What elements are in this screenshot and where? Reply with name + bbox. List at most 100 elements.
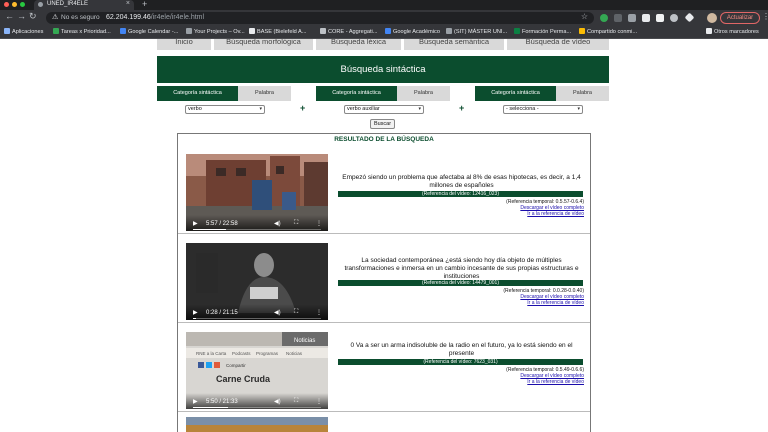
thumb-menu-item: Programas xyxy=(256,351,279,356)
extension-green-icon[interactable] xyxy=(600,14,608,22)
tab-categoria-sintactica[interactable]: Categoría sintáctica xyxy=(475,86,556,101)
extension-box-icon[interactable] xyxy=(614,14,622,22)
extensions-puzzle-icon[interactable] xyxy=(684,12,695,23)
tab-categoria-sintactica[interactable]: Categoría sintáctica xyxy=(316,86,397,101)
warning-icon: ⚠ xyxy=(52,14,59,21)
bookmark-item[interactable]: (SIT) MÁSTER UNI... xyxy=(446,28,507,35)
goto-reference-link[interactable]: Ir a la referencia de vídeo xyxy=(527,300,584,306)
video-reference: (Referencia del vídeo: 14479_001) xyxy=(338,280,583,286)
video-player[interactable]: Noticias RNE a la Carta Podcasts Program… xyxy=(186,332,328,409)
bookmarks-bar: Aplicaciones Tareas x Prioridad... Google … xyxy=(0,26,768,39)
url-path: /ir4ele/ir4ele.html xyxy=(150,13,205,21)
result-row: Noticias RNE a la Carta Podcasts Program… xyxy=(178,324,590,412)
video-progress-bar[interactable] xyxy=(193,318,321,319)
close-tab-icon[interactable]: × xyxy=(126,0,130,7)
bookmark-item[interactable]: Aplicaciones xyxy=(4,28,43,35)
more-options-icon[interactable]: ⋮ xyxy=(316,220,322,227)
bookmark-item[interactable]: CORE - Aggregati... xyxy=(320,28,377,35)
tab-palabra[interactable]: Palabra xyxy=(556,86,609,101)
video-player[interactable]: ▶ 5:57 / 22:58 ◀) ⛶ ⋮ xyxy=(186,154,328,231)
core-icon xyxy=(320,28,326,34)
nav-tab-video[interactable]: Búsqueda de vídeo xyxy=(507,39,609,50)
fullscreen-icon[interactable]: ⛶ xyxy=(294,309,298,316)
chevron-down-icon: ▾ xyxy=(577,106,580,112)
thumb-menu-item: RNE a la Carta xyxy=(196,351,227,356)
window-minimize-dot[interactable] xyxy=(12,2,17,7)
video-progress-bar[interactable] xyxy=(193,407,321,408)
play-icon[interactable]: ▶ xyxy=(193,309,198,316)
results-title: RESULTADO DE LA BÚSQUEDA xyxy=(334,136,434,143)
volume-icon[interactable]: ◀) xyxy=(274,398,281,405)
video-player[interactable]: ▶ 0:28 / 21:15 ◀) ⛶ ⋮ xyxy=(186,243,328,320)
green-plus-icon xyxy=(53,28,59,34)
bookmark-item[interactable]: Formación Perma... xyxy=(514,28,571,35)
video-progress-fill xyxy=(193,229,227,230)
page-title: Búsqueda sintáctica xyxy=(157,56,609,83)
bookmark-item[interactable]: Otros marcadores xyxy=(706,28,759,35)
extension-image-icon[interactable] xyxy=(656,14,664,22)
play-icon[interactable]: ▶ xyxy=(193,398,198,405)
bookmark-label: (SIT) MÁSTER UNI... xyxy=(454,29,508,35)
globe-icon xyxy=(38,2,43,7)
row-divider xyxy=(178,233,590,234)
kebab-menu-icon[interactable]: ⋮ xyxy=(762,12,768,21)
category-select-2[interactable]: verbo auxiliar ▾ xyxy=(344,105,424,114)
extension-white-icon[interactable] xyxy=(642,14,650,22)
bookmark-item[interactable]: Your Projects – Ov... xyxy=(186,28,245,35)
category-select-3[interactable]: - selecciona - ▾ xyxy=(503,105,583,114)
nav-tab-semantica[interactable]: Búsqueda semántica xyxy=(404,39,504,50)
plus-operator: + xyxy=(300,103,306,113)
bookmark-label: Formación Perma... xyxy=(522,29,572,35)
nav-tab-lexica[interactable]: Búsqueda léxica xyxy=(316,39,401,50)
video-reference: (Referencia del vídeo: 12416_023) xyxy=(338,191,583,197)
volume-icon[interactable]: ◀) xyxy=(274,220,281,227)
tab-categoria-sintactica[interactable]: Categoría sintáctica xyxy=(157,86,238,101)
bookmark-label: CORE - Aggregati... xyxy=(328,29,378,35)
goto-reference-link[interactable]: Ir a la referencia de vídeo xyxy=(527,211,584,217)
video-player-partial[interactable] xyxy=(186,417,328,432)
more-options-icon[interactable]: ⋮ xyxy=(316,398,322,405)
bookmark-item[interactable]: Google Calendar -... xyxy=(120,28,178,35)
fullscreen-icon[interactable]: ⛶ xyxy=(294,398,298,405)
bookmark-item[interactable]: Tareas x Prioridad... xyxy=(53,28,111,35)
bookmark-item[interactable]: BASE (Bielefeld A... xyxy=(249,28,306,35)
search-button[interactable]: Buscar xyxy=(370,119,395,129)
select-value: - selecciona - xyxy=(506,106,539,112)
reload-icon[interactable]: ↻ xyxy=(29,11,37,22)
video-progress-fill xyxy=(193,318,196,319)
result-sentence: Empezó siendo un problema que afectaba a… xyxy=(342,174,581,189)
bookmark-item[interactable]: Google Académico xyxy=(385,28,440,35)
video-reference: (Referencia del vídeo: 7623_031) xyxy=(338,359,583,365)
tab-palabra[interactable]: Palabra xyxy=(238,86,291,101)
bookmark-item[interactable]: Compartido conmi... xyxy=(579,28,637,35)
update-button[interactable]: Actualizar xyxy=(720,12,760,24)
extension-gray-icon[interactable] xyxy=(628,14,636,22)
forward-arrow-icon[interactable]: → xyxy=(17,11,26,21)
chevron-down-icon: ▾ xyxy=(418,106,421,112)
folder-icon xyxy=(706,28,712,34)
row-divider xyxy=(178,322,590,323)
thumb-noticias: Noticias xyxy=(294,338,315,344)
bookmark-star-icon[interactable]: ☆ xyxy=(581,12,588,21)
more-options-icon[interactable]: ⋮ xyxy=(316,309,322,316)
video-time: 5:57 / 22:58 xyxy=(206,221,238,227)
extension-pen-icon[interactable] xyxy=(670,14,678,22)
fullscreen-icon[interactable]: ⛶ xyxy=(294,220,298,227)
nav-tab-morfologica[interactable]: Búsqueda morfológica xyxy=(214,39,313,50)
back-arrow-icon[interactable]: ← xyxy=(5,11,14,21)
window-close-dot[interactable] xyxy=(4,2,9,7)
window-maximize-dot[interactable] xyxy=(20,2,25,7)
avatar[interactable] xyxy=(707,13,717,23)
play-icon[interactable]: ▶ xyxy=(193,220,198,227)
category-select-1[interactable]: verbo ▾ xyxy=(185,105,265,114)
goto-reference-link[interactable]: Ir a la referencia de vídeo xyxy=(527,379,584,385)
browser-tab-active[interactable]: UNED_IR4ELE × xyxy=(34,0,134,10)
address-bar[interactable]: ⚠ No es seguro 62.204.199.46/ir4ele/ir4e… xyxy=(46,12,594,24)
thumb-menu-item: Podcasts xyxy=(232,351,251,356)
nav-tab-inicio[interactable]: Inicio xyxy=(157,39,211,50)
new-tab-icon[interactable]: + xyxy=(142,0,147,9)
url-host: 62.204.199.46 xyxy=(106,13,151,21)
tab-palabra[interactable]: Palabra xyxy=(397,86,450,101)
video-progress-bar[interactable] xyxy=(193,229,321,230)
volume-icon[interactable]: ◀) xyxy=(274,309,281,316)
